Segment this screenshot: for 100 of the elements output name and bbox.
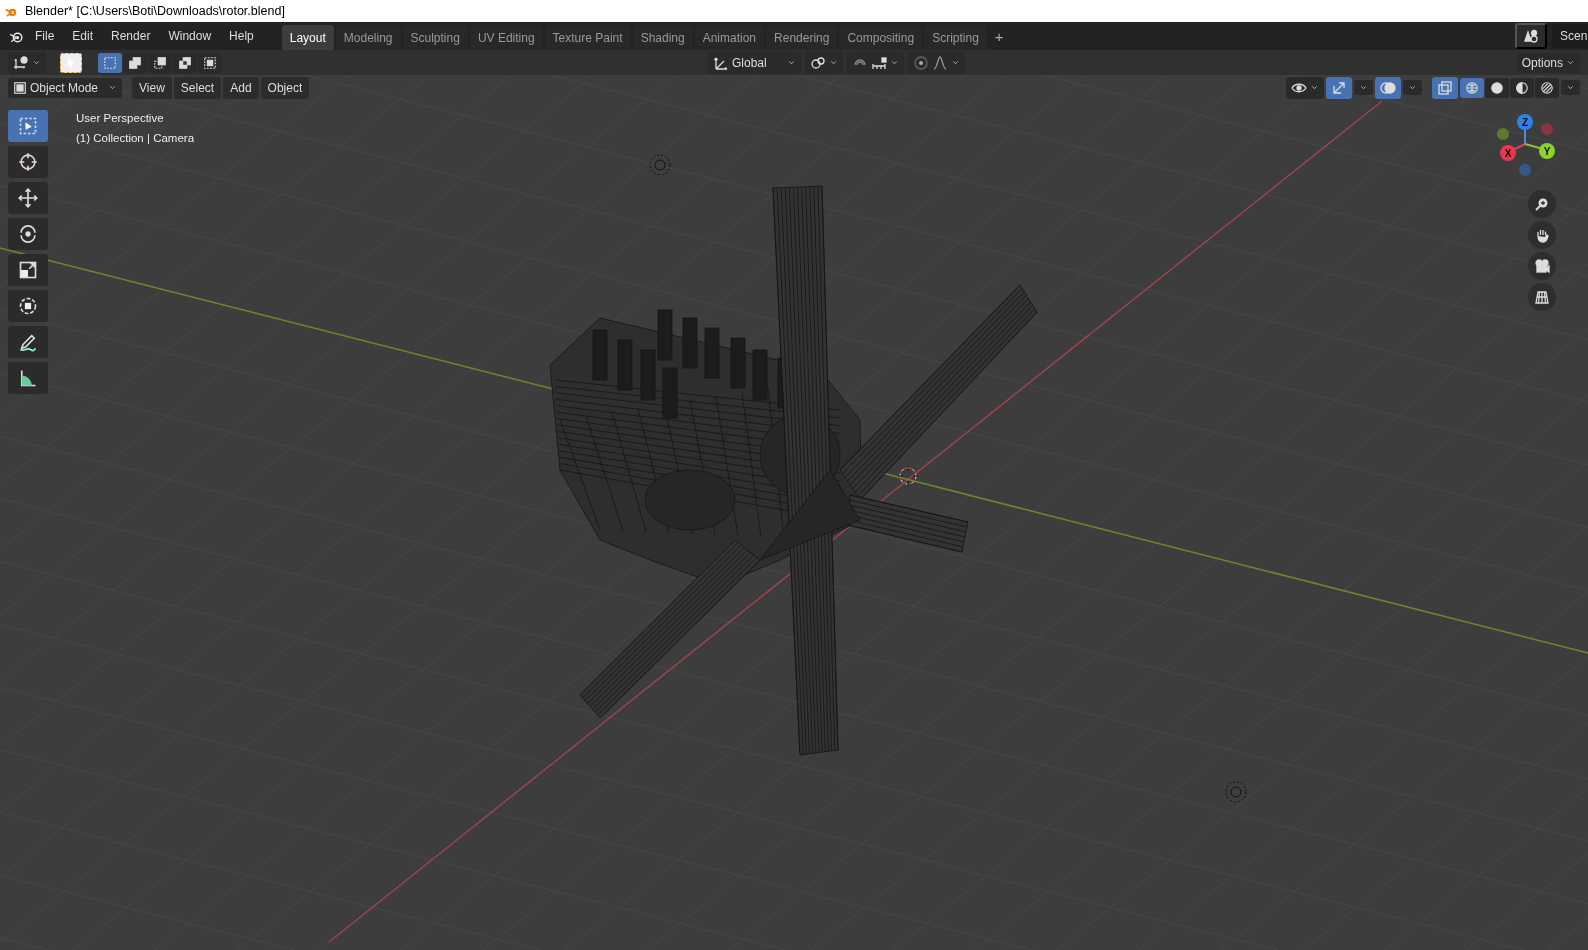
hand-icon <box>1534 227 1550 243</box>
chevron-icon <box>1566 83 1575 92</box>
navigation-gizmo-drawing: Z X Y <box>1497 114 1555 176</box>
select-mode-button[interactable] <box>98 52 122 73</box>
pencil-icon <box>18 332 38 352</box>
workspace-tab[interactable]: Animation <box>694 25 765 50</box>
sphere-icon <box>1490 80 1504 95</box>
zoom-icon <box>1534 196 1550 212</box>
ruler-icon <box>18 368 38 388</box>
camera-view-button[interactable] <box>1528 252 1556 280</box>
xray-icon <box>1437 79 1453 96</box>
material-shading-button[interactable] <box>1510 77 1534 98</box>
light-icon <box>1225 781 1247 803</box>
tool-button[interactable] <box>8 326 48 358</box>
increment-icon <box>870 54 887 71</box>
transform-icon <box>18 296 38 316</box>
snap-button[interactable] <box>846 51 904 74</box>
chevron-icon <box>32 58 41 67</box>
workspace-tab[interactable]: Scripting <box>924 25 987 50</box>
axes-icon <box>13 54 29 71</box>
workspace-tab[interactable]: Rendering <box>766 25 838 50</box>
zoom-button[interactable] <box>1528 190 1556 218</box>
workspace-tab[interactable]: UV Editing <box>469 25 543 50</box>
workspace-tab[interactable]: Layout <box>281 25 334 50</box>
link-icon <box>809 54 826 71</box>
menu-item[interactable]: Render <box>103 25 159 47</box>
tool-button[interactable] <box>8 362 48 394</box>
menu-item[interactable]: Window <box>160 25 220 47</box>
scene-name-field[interactable]: Scen <box>1552 24 1588 48</box>
tool-button[interactable] <box>8 254 48 286</box>
tool-button[interactable] <box>8 290 48 322</box>
tool-button[interactable] <box>8 182 48 214</box>
menu-item[interactable]: File <box>27 25 63 47</box>
viewport-menu[interactable]: View <box>132 76 172 99</box>
scene-icon <box>1522 28 1540 44</box>
select-mode-icon <box>153 55 167 70</box>
scale-icon <box>18 260 38 280</box>
chevron-icon <box>828 58 838 67</box>
pan-button[interactable] <box>1528 221 1556 249</box>
select-mode-icon <box>178 55 192 70</box>
proportional-edit-button[interactable] <box>907 51 965 74</box>
sphere-icon <box>1465 80 1479 95</box>
pivot-dropdown[interactable] <box>804 51 843 74</box>
viewport-menu[interactable]: Select <box>173 76 222 99</box>
grid-icon <box>1534 289 1550 305</box>
sphere-icon <box>1540 80 1554 95</box>
select-mode-icon <box>128 55 142 70</box>
wireframe-shading-button[interactable] <box>1460 77 1484 98</box>
light-icon <box>649 154 671 176</box>
select-tool-button[interactable] <box>60 52 82 73</box>
visibility-dropdown[interactable] <box>1286 76 1324 99</box>
tool-button[interactable] <box>8 218 48 250</box>
chevron-icon <box>1359 83 1368 92</box>
viewport-info-text: User Perspective <box>76 112 164 124</box>
viewport-info-text: (1) Collection | Camera <box>76 132 195 144</box>
select-mode-button[interactable] <box>123 52 147 73</box>
gizmo-toggle[interactable] <box>1326 76 1352 99</box>
select-box-icon <box>18 116 38 136</box>
select-mode-button[interactable] <box>198 52 222 73</box>
tool-button[interactable] <box>8 146 48 178</box>
chevron-icon <box>889 58 899 67</box>
object-icon <box>13 80 27 95</box>
menu-item[interactable]: Edit <box>64 25 102 47</box>
rendered-shading-button[interactable] <box>1535 77 1559 98</box>
solid-shading-button[interactable] <box>1485 77 1509 98</box>
overlays-icon <box>1380 79 1396 96</box>
select-mode-button[interactable] <box>148 52 172 73</box>
workspace-tab[interactable]: Compositing <box>839 25 923 50</box>
chevron-icon <box>1408 83 1417 92</box>
scene-selector-button[interactable] <box>1515 23 1547 49</box>
workspace-tab[interactable]: Texture Paint <box>544 25 631 50</box>
viewport-menu[interactable]: Add <box>223 76 259 99</box>
window-title: Blender* [C:\Users\Boti\Downloads\rotor.blend] <box>25 4 285 18</box>
viewport-menu[interactable]: Object <box>260 76 310 99</box>
sphere-icon <box>1515 80 1529 95</box>
workspace-tab[interactable]: Shading <box>632 25 693 50</box>
perspective-toggle-button[interactable] <box>1528 283 1556 311</box>
menu-item[interactable]: Help <box>221 25 262 47</box>
mode-dropdown[interactable]: Object Mode <box>8 77 123 98</box>
select-mode-icon <box>203 55 217 70</box>
chevron-icon <box>1310 83 1319 92</box>
rotate-icon <box>18 224 38 244</box>
cursor-icon <box>18 152 38 172</box>
falloff-curve-icon <box>931 54 948 71</box>
overlays-toggle[interactable] <box>1375 76 1401 99</box>
chevron-icon <box>786 58 796 67</box>
orientation-dropdown[interactable]: Global <box>708 51 801 74</box>
workspace-tab[interactable]: Sculpting <box>402 25 468 50</box>
camera-icon <box>1534 258 1550 274</box>
move-icon <box>18 188 38 208</box>
add-workspace-button[interactable]: + <box>988 25 1010 47</box>
gizmo-icon <box>1331 79 1347 96</box>
select-mode-icon <box>103 55 117 70</box>
select-mode-button[interactable] <box>173 52 197 73</box>
3d-cursor-icon <box>897 465 919 487</box>
editor-type-button[interactable] <box>8 51 46 74</box>
chevron-icon <box>1566 58 1575 67</box>
xray-toggle[interactable] <box>1432 76 1458 99</box>
options-dropdown[interactable]: Options <box>1516 52 1580 73</box>
workspace-tab[interactable]: Modeling <box>335 25 401 50</box>
